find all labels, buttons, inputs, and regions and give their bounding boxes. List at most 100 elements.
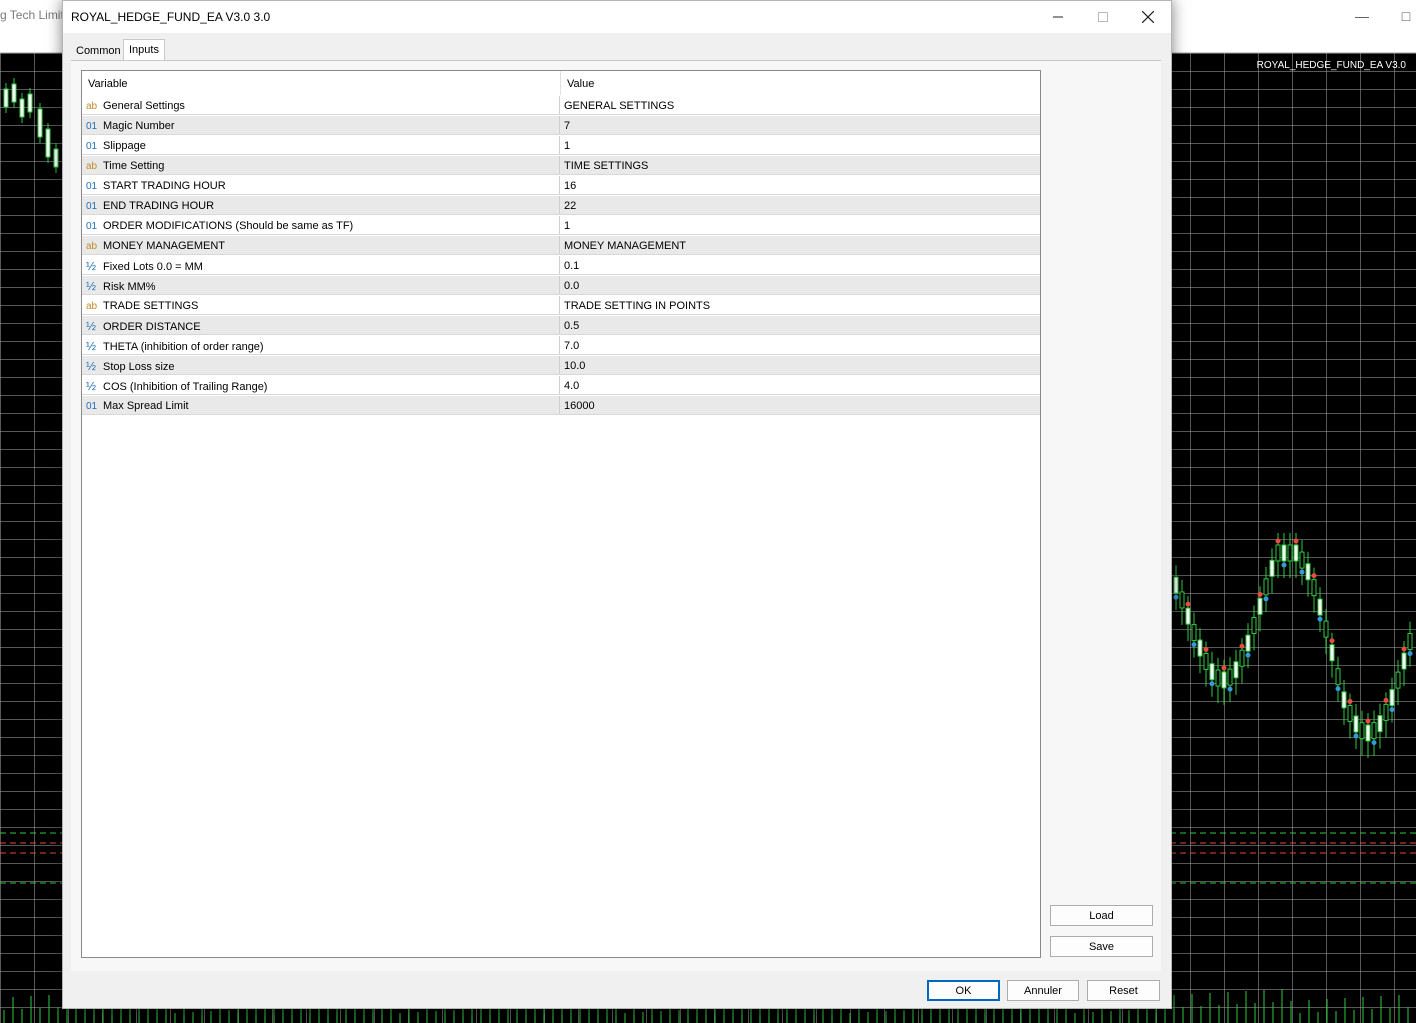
chart-mark — [1221, 671, 1227, 689]
chart-mark — [1341, 691, 1347, 709]
value-cell[interactable]: GENERAL SETTINGS — [561, 96, 1040, 115]
chart-mark — [1293, 544, 1299, 562]
table-row[interactable]: ab MONEY MANAGEMENT MONEY MANAGEMENT — [82, 235, 1040, 255]
value-cell[interactable]: 4.0 — [561, 376, 1040, 395]
chart-mark — [1215, 669, 1221, 687]
value-cell[interactable]: 22 — [561, 196, 1040, 215]
table-row[interactable]: ½ Stop Loss size 10.0 — [82, 355, 1040, 375]
tab-inputs[interactable]: Inputs — [123, 39, 165, 62]
variable-cell: ½ ORDER DISTANCE — [82, 316, 560, 335]
chart-mark — [1245, 652, 1251, 658]
value-cell[interactable]: 0.5 — [561, 316, 1040, 335]
variable-cell: ½ Fixed Lots 0.0 = MM — [82, 256, 560, 275]
chart-mark — [1185, 607, 1191, 625]
chart-mark — [53, 148, 59, 168]
value-cell[interactable]: TIME SETTINGS — [561, 156, 1040, 175]
chart-mark — [1173, 594, 1179, 600]
chart-mark — [1299, 551, 1305, 569]
dialog-titlebar[interactable]: ROYAL_HEDGE_FUND_EA V3.0 3.0 — [63, 1, 1171, 33]
chart-mark — [1239, 649, 1245, 667]
chart-mark — [1317, 598, 1323, 616]
chart-mark — [1311, 579, 1317, 597]
table-row[interactable]: 01 Magic Number 7 — [82, 115, 1040, 135]
variable-name: COS (Inhibition of Trailing Range) — [103, 381, 268, 393]
chart-mark — [1191, 624, 1197, 642]
chart-mark — [1377, 715, 1383, 733]
cancel-button[interactable]: Annuler — [1007, 980, 1079, 1001]
chart-mark — [1209, 681, 1215, 687]
value-cell[interactable]: 7.0 — [561, 336, 1040, 355]
double-type-icon: ½ — [86, 279, 97, 293]
background-minimize-icon[interactable]: — — [1352, 6, 1372, 26]
load-button[interactable]: Load — [1050, 905, 1153, 926]
table-row[interactable]: ½ COS (Inhibition of Trailing Range) 4.0 — [82, 375, 1040, 395]
variable-name: Fixed Lots 0.0 = MM — [103, 261, 203, 273]
chart-mark — [19, 98, 25, 118]
variable-name: Risk MM% — [103, 281, 156, 293]
chart-mark — [1329, 644, 1335, 662]
table-row[interactable]: ab Time Setting TIME SETTINGS — [82, 155, 1040, 175]
chart-mark — [27, 93, 33, 113]
table-row[interactable]: ab General Settings GENERAL SETTINGS — [82, 95, 1040, 115]
value-cell[interactable]: 10.0 — [561, 356, 1040, 375]
table-row[interactable]: 01 ORDER MODIFICATIONS (Should be same as… — [82, 215, 1040, 235]
chart-mark — [1299, 569, 1305, 575]
variable-name: General Settings — [103, 100, 185, 112]
chart-mark — [1329, 638, 1335, 644]
chart-mark — [1227, 668, 1233, 686]
table-row[interactable]: 01 Slippage 1 — [82, 135, 1040, 155]
chart-mark — [1383, 697, 1389, 703]
chart-mark — [1185, 601, 1191, 607]
minimize-button[interactable] — [1035, 1, 1081, 32]
column-header-variable[interactable]: Variable — [82, 71, 561, 95]
table-row[interactable]: 01 END TRADING HOUR 22 — [82, 195, 1040, 215]
value-cell[interactable]: 16000 — [561, 396, 1040, 415]
background-maximize-icon[interactable]: □ — [1396, 6, 1416, 26]
chart-mark — [1317, 616, 1323, 622]
chart-mark — [1179, 591, 1185, 609]
ok-button[interactable]: OK — [927, 980, 1000, 1001]
table-row[interactable]: ab TRADE SETTINGS TRADE SETTING IN POINTS — [82, 295, 1040, 315]
close-button[interactable] — [1125, 1, 1171, 32]
variable-name: Slippage — [103, 140, 146, 152]
value-cell[interactable]: 0.0 — [561, 276, 1040, 295]
value-cell[interactable]: 7 — [561, 116, 1040, 135]
variable-cell: ab General Settings — [82, 96, 560, 115]
variable-name: Stop Loss size — [103, 361, 175, 373]
chart-mark — [1281, 544, 1287, 562]
value-cell[interactable]: MONEY MANAGEMENT — [561, 236, 1040, 255]
chart-mark — [1287, 544, 1293, 562]
variable-name: END TRADING HOUR — [103, 200, 215, 212]
table-row[interactable]: ½ Fixed Lots 0.0 = MM 0.1 — [82, 255, 1040, 275]
value-cell[interactable]: 16 — [561, 176, 1040, 195]
row-divider — [82, 414, 1040, 415]
value-cell[interactable]: 1 — [561, 216, 1040, 235]
table-row[interactable]: 01 Max Spread Limit 16000 — [82, 395, 1040, 415]
variable-cell: ½ THETA (inhibition of order range) — [82, 336, 560, 355]
variable-cell: ab MONEY MANAGEMENT — [82, 236, 560, 255]
value-cell[interactable]: 1 — [561, 136, 1040, 155]
variable-cell: 01 END TRADING HOUR — [82, 196, 560, 215]
save-button[interactable]: Save — [1050, 936, 1153, 957]
value-cell[interactable]: TRADE SETTING IN POINTS — [561, 296, 1040, 315]
grid-rows: ab General Settings GENERAL SETTINGS 01 Magi… — [82, 95, 1040, 415]
reset-button[interactable]: Reset — [1087, 980, 1160, 1001]
chart-mark — [1407, 651, 1413, 657]
table-row[interactable]: ½ Risk MM% 0.0 — [82, 275, 1040, 295]
background-app-title: g Tech Limite — [0, 8, 71, 22]
tab-common[interactable]: Common — [71, 42, 126, 60]
inputs-panel: Variable Value ab General Settings GENERAL… — [71, 60, 1161, 971]
chart-mark — [1269, 559, 1275, 577]
maximize-icon — [1098, 11, 1108, 22]
chart-mark — [1353, 733, 1359, 739]
table-row[interactable]: 01 START TRADING HOUR 16 — [82, 175, 1040, 195]
column-header-value[interactable]: Value — [561, 71, 1040, 95]
dialog-title: ROYAL_HEDGE_FUND_EA V3.0 3.0 — [71, 10, 271, 24]
table-row[interactable]: ½ ORDER DISTANCE 0.5 — [82, 315, 1040, 335]
variable-cell: 01 ORDER MODIFICATIONS (Should be same as… — [82, 216, 560, 235]
table-row[interactable]: ½ THETA (inhibition of order range) 7.0 — [82, 335, 1040, 355]
chart-mark — [1209, 663, 1215, 681]
chart-mark — [1335, 668, 1341, 686]
double-type-icon: ½ — [86, 379, 97, 393]
value-cell[interactable]: 0.1 — [561, 256, 1040, 275]
